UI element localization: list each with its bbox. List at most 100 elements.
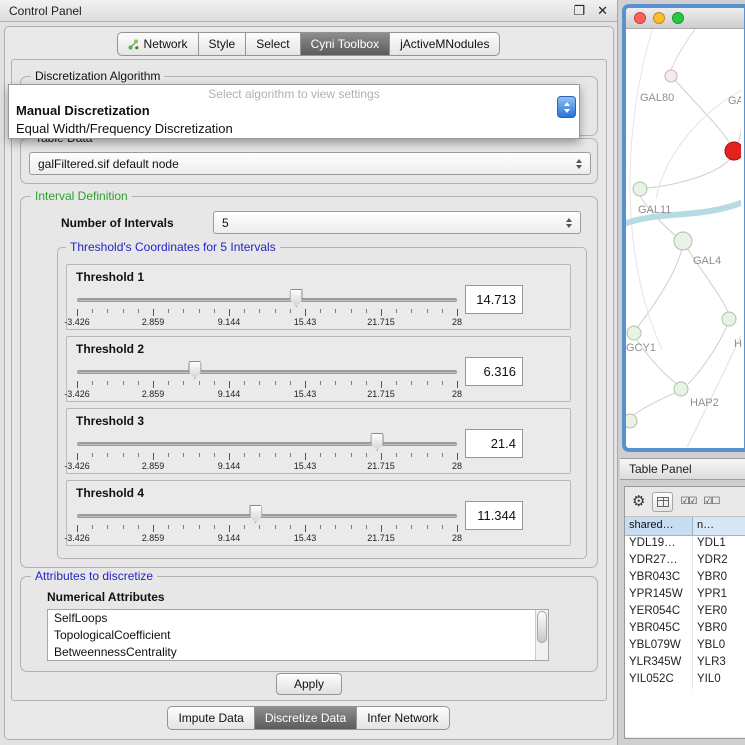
table-cell[interactable]: YDR27… [625, 553, 693, 570]
threshold-slider[interactable] [77, 435, 457, 451]
table-row[interactable]: YPR145WYPR1 [625, 587, 745, 604]
column-header-name[interactable]: n… [693, 517, 745, 535]
select-some-icon[interactable]: ☑☐ [703, 497, 719, 507]
table-cell[interactable]: YBR0 [693, 621, 745, 638]
table-cell[interactable]: YDL19… [625, 536, 693, 553]
threshold-slider[interactable] [77, 291, 457, 307]
network-edge[interactable] [675, 80, 730, 144]
dropdown-item-manual-discretization[interactable]: Manual Discretization [9, 102, 579, 120]
tab-cyni-toolbox[interactable]: Cyni Toolbox [301, 32, 390, 56]
control-panel-titlebar[interactable]: Control Panel ❐ ✕ [0, 0, 617, 22]
column-header-shared-name[interactable]: shared… [625, 517, 693, 535]
table-cell[interactable]: YBR0 [693, 570, 745, 587]
zoom-traffic-light[interactable] [672, 12, 684, 24]
float-window-icon[interactable]: ❐ [573, 3, 585, 19]
tab-impute-data[interactable]: Impute Data [167, 706, 254, 730]
tab-jactivemnodules[interactable]: jActiveMNodules [390, 32, 500, 56]
network-node[interactable] [722, 312, 736, 326]
network-edge[interactable] [688, 326, 727, 384]
gear-icon[interactable]: ⚙ [632, 494, 645, 509]
network-edge[interactable] [645, 159, 730, 188]
minimize-traffic-light[interactable] [653, 12, 665, 24]
number-of-intervals-combobox[interactable]: 5 [213, 211, 581, 234]
table-row[interactable]: YBL079WYBL0 [625, 638, 745, 655]
slider-thumb[interactable] [249, 505, 262, 523]
slider-tick [153, 309, 154, 316]
list-item[interactable]: BetweennessCentrality [48, 644, 548, 661]
network-canvas-svg[interactable]: GAL80GAGAL11GAL4GCY1HAP2H [626, 29, 741, 447]
table-row[interactable]: YBR045CYBR0 [625, 621, 745, 638]
table-panel-header[interactable]: Table Panel [620, 458, 745, 480]
algorithm-prompt: Select algorithm to view settings [9, 85, 579, 102]
network-edge[interactable] [637, 249, 682, 328]
threshold-panel-4: Threshold 4 -3.4262.8599.14415.4321.7152… [66, 480, 571, 546]
table-cell[interactable]: YPR145W [625, 587, 693, 604]
slider-track[interactable] [77, 514, 457, 518]
network-node[interactable] [626, 414, 637, 428]
slider-track[interactable] [77, 370, 457, 374]
threshold-slider[interactable] [77, 507, 457, 523]
network-node[interactable] [725, 142, 741, 160]
list-item[interactable]: SelfLoops [48, 610, 548, 627]
scrollbar-thumb[interactable] [537, 611, 547, 643]
close-icon[interactable]: ✕ [597, 3, 608, 19]
table-row[interactable]: YDL19…YDL1 [625, 536, 745, 553]
network-window-titlebar[interactable] [626, 8, 744, 29]
table-cell[interactable]: YDR2 [693, 553, 745, 570]
list-scrollbar[interactable] [535, 610, 548, 660]
network-node[interactable] [633, 182, 647, 196]
table-row[interactable]: YBR043CYBR0 [625, 570, 745, 587]
slider-thumb[interactable] [290, 289, 303, 307]
table-cell[interactable]: YPR1 [693, 587, 745, 604]
slider-tick [77, 453, 78, 460]
network-edge[interactable] [634, 392, 677, 415]
columns-icon[interactable] [652, 492, 673, 512]
table-row[interactable]: YDR27…YDR2 [625, 553, 745, 570]
select-all-icon[interactable]: ☑☑ [680, 497, 696, 507]
threshold-value-field[interactable]: 6.316 [465, 357, 523, 386]
table-cell[interactable]: YER0 [693, 604, 745, 621]
table-body[interactable]: YDL19…YDL1YDR27…YDR2YBR043CYBR0YPR145WYP… [625, 536, 745, 737]
slider-track[interactable] [77, 298, 457, 302]
close-traffic-light[interactable] [634, 12, 646, 24]
threshold-panel-2: Threshold 2 -3.4262.8599.14415.4321.7152… [66, 336, 571, 402]
threshold-value-field[interactable]: 14.713 [465, 285, 523, 314]
dropdown-item-equal-width[interactable]: Equal Width/Frequency Discretization [9, 120, 579, 138]
threshold-value-field[interactable]: 21.4 [465, 429, 523, 458]
list-item[interactable]: TopologicalCoefficient [48, 627, 548, 644]
slider-thumb[interactable] [371, 433, 384, 451]
tab-network[interactable]: Network [117, 32, 199, 56]
network-node[interactable] [665, 70, 677, 82]
tab-style[interactable]: Style [199, 32, 247, 56]
slider-thumb[interactable] [188, 361, 201, 379]
table-cell[interactable]: YBL079W [625, 638, 693, 655]
tab-infer-network[interactable]: Infer Network [357, 706, 449, 730]
threshold-value-field[interactable]: 11.344 [465, 501, 523, 530]
table-cell[interactable]: YBR043C [625, 570, 693, 587]
table-cell[interactable]: YLR3 [693, 655, 745, 672]
network-node[interactable] [674, 232, 692, 250]
table-row[interactable]: YIL052CYIL0 [625, 672, 745, 689]
algorithm-combo-arrows-button[interactable] [557, 96, 576, 118]
table-cell[interactable]: YIL052C [625, 672, 693, 689]
table-cell[interactable]: YLR345W [625, 655, 693, 672]
numerical-attributes-list[interactable]: SelfLoopsTopologicalCoefficientBetweenne… [47, 609, 549, 661]
table-cell[interactable]: YBL0 [693, 638, 745, 655]
table-row[interactable]: YLR345WYLR3 [625, 655, 745, 672]
network-node[interactable] [627, 326, 641, 340]
table-cell[interactable]: YDL1 [693, 536, 745, 553]
table-data-combobox[interactable]: galFiltered.sif default node [29, 152, 591, 175]
table-row[interactable]: YER054CYER0 [625, 604, 745, 621]
table-cell[interactable]: YIL0 [693, 672, 745, 689]
network-edge[interactable] [671, 29, 698, 70]
table-cell[interactable]: YER054C [625, 604, 693, 621]
tab-discretize-data[interactable]: Discretize Data [255, 706, 357, 730]
network-node[interactable] [674, 382, 688, 396]
network-edge[interactable] [686, 329, 741, 447]
apply-button[interactable]: Apply [276, 673, 342, 695]
scale-label: 28 [452, 533, 462, 543]
slider-track[interactable] [77, 442, 457, 446]
tab-select[interactable]: Select [246, 32, 300, 56]
table-cell[interactable]: YBR045C [625, 621, 693, 638]
threshold-slider[interactable] [77, 363, 457, 379]
